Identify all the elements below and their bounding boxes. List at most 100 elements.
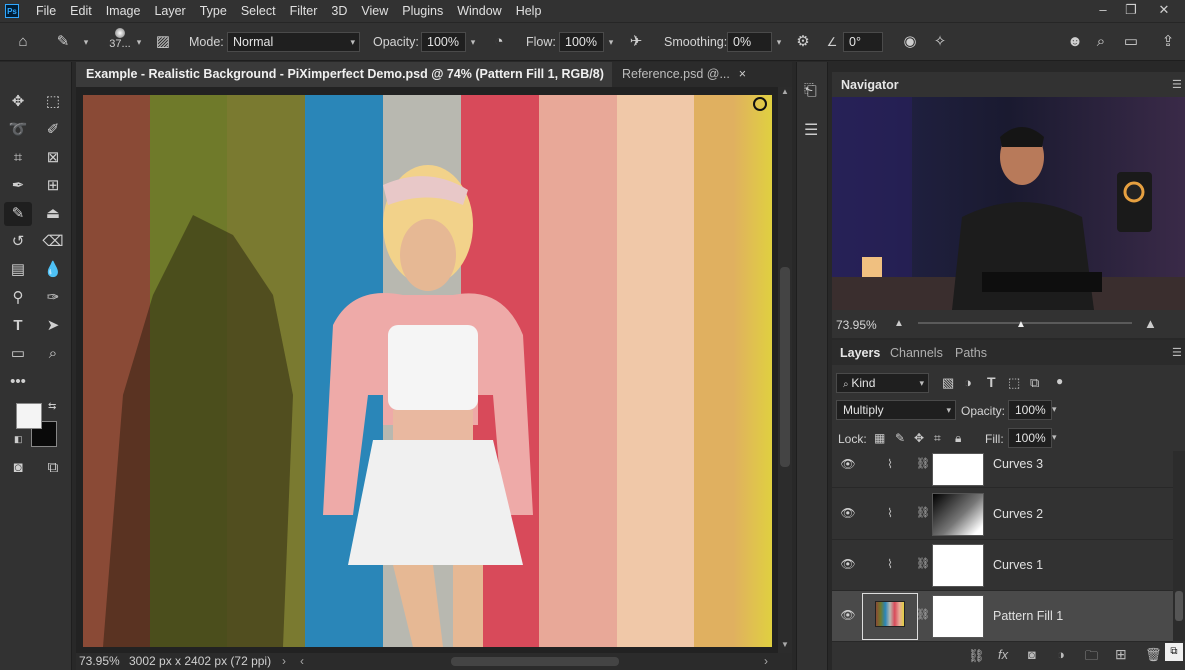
scroll-down-icon[interactable]: ▼ xyxy=(781,640,789,649)
dodge-tool-icon[interactable]: ⚲ xyxy=(4,286,32,310)
menu-window[interactable]: Window xyxy=(450,0,508,22)
tab-paths[interactable]: Paths xyxy=(955,346,987,360)
menu-filter[interactable]: Filter xyxy=(283,0,325,22)
menu-select[interactable]: Select xyxy=(234,0,283,22)
lock-all-icon[interactable]: 🔒︎ xyxy=(955,431,961,446)
tab-channels[interactable]: Channels xyxy=(890,346,943,360)
brush-tool-icon[interactable]: ✎ xyxy=(52,31,74,53)
new-layer-icon[interactable]: ⊞ xyxy=(1115,646,1127,663)
layer-row-curves-2[interactable]: 👁︎ ⌇ ⛓︎ Curves 2 xyxy=(832,489,1173,540)
lock-transparent-icon[interactable]: ▦ xyxy=(874,431,885,445)
filter-shape-icon[interactable]: ⬚ xyxy=(1008,375,1020,391)
layer-thumbnail-frame[interactable] xyxy=(862,593,918,640)
close-icon[interactable]: ✕ xyxy=(1150,0,1178,22)
more-tools-icon[interactable]: ••• xyxy=(4,370,32,394)
chevron-down-icon[interactable]: ▾ xyxy=(466,32,480,52)
status-zoom[interactable]: 73.95% xyxy=(79,653,120,670)
tab-layers[interactable]: Layers xyxy=(840,346,880,360)
history-panel-icon[interactable]: ⎗ xyxy=(804,82,817,100)
share-icon[interactable]: ⇪ xyxy=(1157,31,1179,53)
default-colors-icon[interactable]: ◧ xyxy=(14,434,23,445)
close-tab-icon[interactable]: × xyxy=(739,62,746,87)
new-adjustment-layer-icon[interactable]: ◑ xyxy=(1057,647,1065,662)
adjustments-panel-icon[interactable]: ☰ xyxy=(804,120,818,140)
zoom-slider-handle[interactable]: ▲ xyxy=(1016,319,1026,330)
rectangle-tool-icon[interactable]: ▭ xyxy=(4,342,32,366)
menu-edit[interactable]: Edit xyxy=(63,0,99,22)
add-mask-icon[interactable]: ◙ xyxy=(1028,647,1036,662)
layer-row-curves-3[interactable]: 👁︎ ⌇ ⛓︎ Curves 3 xyxy=(832,451,1173,488)
menu-view[interactable]: View xyxy=(354,0,395,22)
opacity-field[interactable]: 100% xyxy=(421,32,466,52)
quick-mask-icon[interactable]: ◙ xyxy=(4,456,32,480)
chevron-down-icon[interactable]: ▾ xyxy=(132,32,146,52)
scrollbar-thumb[interactable] xyxy=(780,267,790,467)
layer-opacity-field[interactable]: 100% xyxy=(1008,400,1052,420)
stamp-tool-icon[interactable]: ⏏ xyxy=(39,202,67,226)
quick-select-tool-icon[interactable]: ✐ xyxy=(39,118,67,142)
filter-pixel-icon[interactable]: ▧ xyxy=(942,375,954,391)
healing-tool-icon[interactable]: ⊞ xyxy=(39,174,67,198)
horizontal-scrollbar-thumb[interactable] xyxy=(451,657,619,666)
account-icon[interactable]: ☻ xyxy=(1064,31,1086,53)
eyedropper-tool-icon[interactable]: ✒ xyxy=(4,174,32,198)
chevron-down-icon[interactable]: ▾ xyxy=(79,32,93,52)
navigator-thumbnail[interactable] xyxy=(832,97,1185,310)
screen-mode-icon[interactable]: ⧉ xyxy=(39,456,67,480)
swap-colors-icon[interactable]: ⇆ xyxy=(48,401,56,412)
blur-tool-icon[interactable]: 💧 xyxy=(39,258,67,282)
layer-mask-thumbnail[interactable] xyxy=(932,493,984,536)
layers-scrollbar[interactable] xyxy=(1173,451,1185,641)
gear-icon[interactable]: ⚙ xyxy=(792,31,814,53)
chevron-down-icon[interactable]: ▾ xyxy=(772,32,786,52)
filter-toggle-icon[interactable]: ● xyxy=(1056,374,1063,388)
eye-icon[interactable]: 👁︎ xyxy=(840,557,856,573)
layer-mask-thumbnail[interactable] xyxy=(932,453,984,486)
menu-3d[interactable]: 3D xyxy=(324,0,354,22)
fill-field[interactable]: 100% xyxy=(1008,428,1052,448)
layer-name[interactable]: Curves 2 xyxy=(993,507,1043,521)
layer-mask-thumbnail[interactable] xyxy=(932,544,984,587)
vertical-scrollbar[interactable]: ▲ ▼ xyxy=(778,87,792,653)
scroll-left-icon[interactable]: ‹ xyxy=(300,653,304,670)
brush-settings-icon[interactable]: ▨ xyxy=(152,31,174,53)
lasso-tool-icon[interactable]: ➰ xyxy=(4,118,32,142)
eraser-tool-icon[interactable]: ⌫ xyxy=(39,230,67,254)
panel-menu-icon[interactable]: ☰ xyxy=(1172,78,1182,91)
scroll-up-icon[interactable]: ▲ xyxy=(781,87,789,96)
chevron-down-icon[interactable]: ▾ xyxy=(604,32,618,52)
eye-icon[interactable]: 👁︎ xyxy=(840,608,856,624)
workspace-icon[interactable]: ▭ xyxy=(1120,31,1142,53)
layer-style-icon[interactable]: fx xyxy=(998,647,1008,662)
menu-type[interactable]: Type xyxy=(193,0,234,22)
history-brush-tool-icon[interactable]: ↺ xyxy=(4,230,32,254)
properties-icon[interactable]: ⧉ xyxy=(1165,643,1183,661)
eye-icon[interactable]: 👁︎ xyxy=(840,506,856,522)
pressure-opacity-icon[interactable]: ◔ xyxy=(488,31,510,53)
menu-plugins[interactable]: Plugins xyxy=(395,0,450,22)
tab-reference-document[interactable]: Reference.psd @... × xyxy=(612,62,752,87)
minimize-icon[interactable]: – xyxy=(1089,0,1117,22)
brush-preset-picker[interactable]: 37... xyxy=(108,28,132,56)
crop-tool-icon[interactable]: ⌗ xyxy=(4,146,32,170)
new-group-icon[interactable]: 🗀︎ xyxy=(1085,647,1098,669)
marquee-tool-icon[interactable]: ⬚ xyxy=(39,90,67,114)
filter-type-icon[interactable]: T xyxy=(987,374,996,390)
path-select-tool-icon[interactable]: ➤ xyxy=(39,314,67,338)
lock-image-icon[interactable]: ✎ xyxy=(895,431,905,445)
flow-field[interactable]: 100% xyxy=(559,32,604,52)
tab-active-document[interactable]: Example - Realistic Background - PiXimpe… xyxy=(76,62,612,106)
lock-position-icon[interactable]: ✥ xyxy=(914,431,924,445)
symmetry-icon[interactable]: ✧ xyxy=(929,31,951,53)
pen-tool-icon[interactable]: ✑ xyxy=(39,286,67,310)
filter-smart-object-icon[interactable]: ⧉ xyxy=(1030,375,1039,391)
navigator-title[interactable]: Navigator xyxy=(841,78,899,92)
frame-tool-icon[interactable]: ⊠ xyxy=(39,146,67,170)
zoom-out-icon[interactable]: ▲ xyxy=(894,318,904,329)
menu-image[interactable]: Image xyxy=(99,0,148,22)
menu-help[interactable]: Help xyxy=(509,0,549,22)
layers-scrollbar-thumb[interactable] xyxy=(1175,591,1183,621)
layer-name[interactable]: Pattern Fill 1 xyxy=(993,609,1063,623)
search-icon[interactable]: ⌕ xyxy=(1090,31,1112,53)
chevron-down-icon[interactable]: ▾ xyxy=(1052,404,1057,415)
